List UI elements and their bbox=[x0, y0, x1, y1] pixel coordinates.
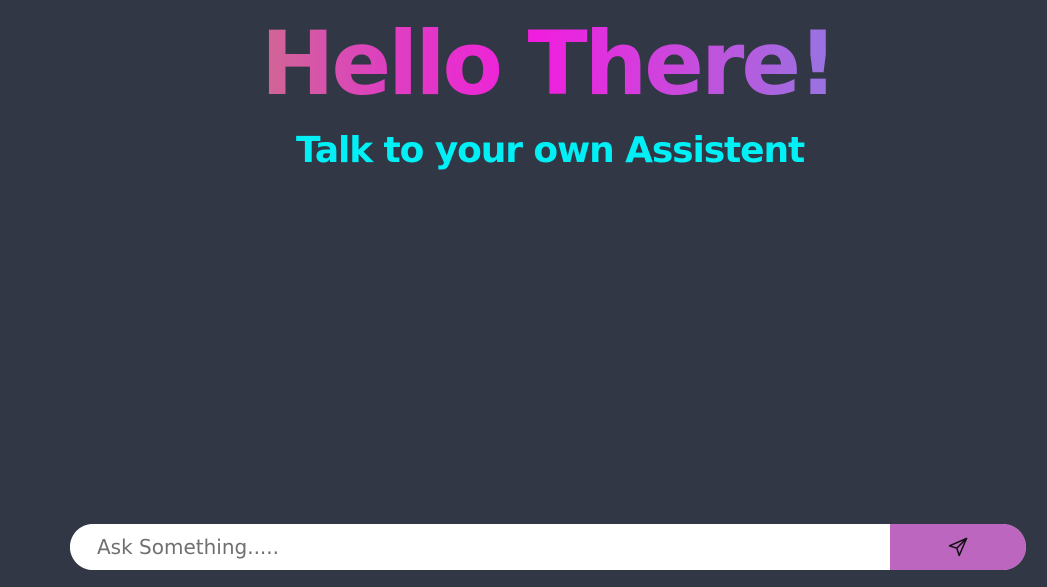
send-button[interactable] bbox=[890, 524, 1026, 570]
hero-subtitle: Talk to your own Assistent bbox=[296, 130, 805, 171]
chat-composer bbox=[70, 524, 1026, 570]
hero-title: Hello There! bbox=[236, 14, 860, 116]
send-icon bbox=[948, 537, 968, 557]
ask-input[interactable] bbox=[70, 524, 890, 570]
